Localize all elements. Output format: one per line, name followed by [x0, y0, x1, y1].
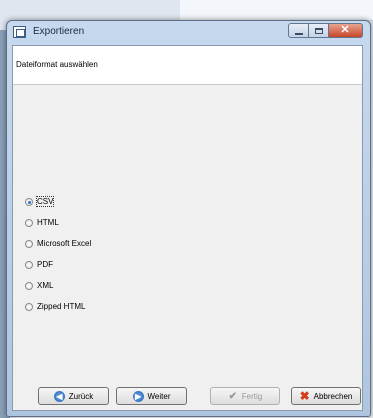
- option-label: CSV: [35, 196, 55, 207]
- next-button[interactable]: ▶ Weiter: [116, 387, 187, 405]
- export-dialog: Exportieren ✕ Dateiformat auswählen CSV …: [6, 20, 371, 417]
- dialog-content: Dateiformat auswählen CSV HTML Microsoft…: [12, 45, 363, 411]
- window-app-icon: [13, 26, 26, 38]
- radio-zipped-html[interactable]: [25, 303, 33, 311]
- radio-xml[interactable]: [25, 282, 33, 290]
- window-title: Exportieren: [33, 26, 85, 37]
- button-row: ◀ Zurück ▶ Weiter ✔ Fertig ✖ Abbrechen: [13, 387, 362, 407]
- radio-microsoft-excel[interactable]: [25, 240, 33, 248]
- option-label: Microsoft Excel: [37, 239, 92, 248]
- title-bar[interactable]: Exportieren ✕: [7, 21, 370, 43]
- finish-button[interactable]: ✔ Fertig: [210, 387, 280, 405]
- arrow-right-icon: ▶: [132, 390, 144, 402]
- background-ribbon: [180, 0, 373, 21]
- step-subtitle: Dateiformat auswählen: [16, 60, 98, 69]
- close-icon: ✕: [340, 24, 350, 36]
- cancel-button-label: Abbrechen: [313, 391, 353, 401]
- x-icon: ✖: [299, 388, 310, 403]
- window-controls: ✕: [288, 23, 363, 39]
- next-button-label: Weiter: [147, 391, 171, 401]
- maximize-icon: [314, 28, 323, 34]
- option-label: XML: [37, 281, 54, 290]
- wizard-header: Dateiformat auswählen: [13, 46, 362, 85]
- minimize-button[interactable]: [288, 23, 309, 38]
- finish-button-label: Fertig: [241, 391, 263, 401]
- option-label: PDF: [37, 260, 53, 269]
- back-button-label: Zurück: [68, 391, 94, 401]
- radio-csv[interactable]: [25, 198, 33, 206]
- back-button[interactable]: ◀ Zurück: [38, 387, 109, 405]
- radio-html[interactable]: [25, 219, 33, 227]
- maximize-button[interactable]: [309, 23, 329, 38]
- arrow-left-icon: ◀: [53, 390, 65, 402]
- cancel-button[interactable]: ✖ Abbrechen: [291, 387, 361, 405]
- option-label: HTML: [37, 218, 59, 227]
- checkmark-icon: ✔: [228, 390, 237, 402]
- close-button[interactable]: ✕: [329, 23, 363, 38]
- radio-pdf[interactable]: [25, 261, 33, 269]
- minimize-icon: [294, 33, 303, 35]
- option-label: Zipped HTML: [37, 302, 86, 311]
